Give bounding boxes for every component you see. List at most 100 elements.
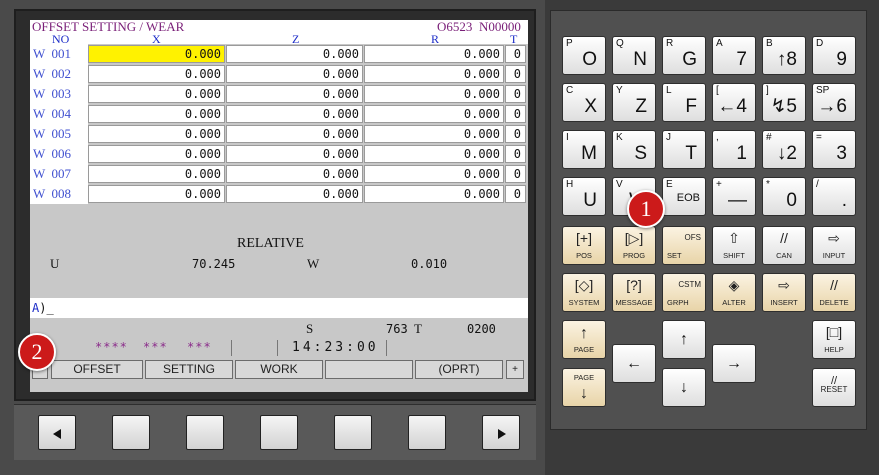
offset-z-cell[interactable]: 0.000 [226, 85, 363, 103]
offset-r-cell[interactable]: 0.000 [364, 45, 504, 63]
cursor-right-key[interactable]: → [712, 344, 756, 383]
key-sub-label: Y [616, 85, 623, 96]
offset-t-cell[interactable]: 0 [505, 85, 526, 103]
offset-t-cell[interactable]: 0 [505, 65, 526, 83]
offset-x-cell[interactable]: 0.000 [88, 145, 225, 163]
offset-t-cell[interactable]: 0 [505, 165, 526, 183]
offset-r-cell[interactable]: 0.000 [364, 65, 504, 83]
key-g[interactable]: RG [662, 36, 706, 75]
offset-t-cell[interactable]: 0 [505, 185, 526, 203]
cursor-left-key[interactable]: ← [612, 344, 656, 383]
softkey-button-2[interactable] [186, 415, 224, 450]
softkey-button-5[interactable] [408, 415, 446, 450]
offset-setting-key[interactable]: OFS SET [662, 226, 706, 265]
offset-z-cell[interactable]: 0.000 [226, 185, 363, 203]
key-t[interactable]: JT [662, 130, 706, 169]
key-n[interactable]: QN [612, 36, 656, 75]
key-4[interactable]: [←4 [712, 83, 756, 122]
key-2[interactable]: # ↓2 [762, 130, 806, 169]
offset-x-cell[interactable]: 0.000 [88, 85, 225, 103]
key-z[interactable]: YZ [612, 83, 656, 122]
arrow-left-icon: ← [626, 355, 642, 372]
column-header-t: T [510, 32, 518, 46]
offset-r-cell[interactable]: 0.000 [364, 165, 504, 183]
key-1[interactable]: ,1 [712, 130, 756, 169]
input-key[interactable]: ⇨ INPUT [812, 226, 856, 265]
offset-t-cell[interactable]: 0 [505, 125, 526, 143]
key-label: RESET [820, 385, 848, 394]
offset-r-cell[interactable]: 0.000 [364, 145, 504, 163]
offset-t-cell[interactable]: 0 [505, 45, 526, 63]
key-minus[interactable]: + — [712, 177, 756, 216]
softkey-next[interactable]: + [506, 360, 524, 379]
softkey-left-button[interactable] [38, 415, 76, 450]
softkey-button-4[interactable] [334, 415, 372, 450]
offset-r-cell[interactable]: 0.000 [364, 185, 504, 203]
offset-t-cell[interactable]: 0 [505, 145, 526, 163]
key-8[interactable]: B ↑8 [762, 36, 806, 75]
message-key[interactable]: [?] MESSAGE [612, 273, 656, 312]
key-label: CAN [776, 251, 792, 260]
offset-z-cell[interactable]: 0.000 [226, 65, 363, 83]
reset-key[interactable]: //RESET [812, 368, 856, 407]
key-7[interactable]: A7 [712, 36, 756, 75]
alter-key[interactable]: ◈ ALTER [712, 273, 756, 312]
offset-r-cell[interactable]: 0.000 [364, 105, 504, 123]
insert-key[interactable]: ⇨ INSERT [762, 273, 806, 312]
softkey-blank[interactable] [325, 360, 413, 379]
help-key[interactable]: [□] HELP [812, 320, 856, 359]
system-key[interactable]: [◇] SYSTEM [562, 273, 606, 312]
key-eob[interactable]: E EOB [662, 177, 706, 216]
key-u[interactable]: HU [562, 177, 606, 216]
key-period[interactable]: /. [812, 177, 856, 216]
prog-key[interactable]: [▷] PROG [612, 226, 656, 265]
offset-x-cell[interactable]: 0.000 [88, 65, 225, 83]
offset-x-cell[interactable]: 0.000 [88, 125, 225, 143]
softkey-setting[interactable]: SETTING [145, 360, 233, 379]
softkey-button-3[interactable] [260, 415, 298, 450]
offset-t-cell[interactable]: 0 [505, 105, 526, 123]
key-main-label: U [583, 190, 597, 211]
softkey-right-button[interactable] [482, 415, 520, 450]
offset-x-cell[interactable]: 0.000 [88, 105, 225, 123]
key-3[interactable]: = 3 [812, 130, 856, 169]
key-x[interactable]: CX [562, 83, 606, 122]
cursor-down-key[interactable]: ↓ [662, 368, 706, 407]
offset-x-cell-selected[interactable]: 0.000 [88, 45, 225, 63]
key-m[interactable]: IM [562, 130, 606, 169]
key-5[interactable]: ] ↯5 [762, 83, 806, 122]
clock: 14:23:00 [292, 340, 379, 355]
offset-r-cell[interactable]: 0.000 [364, 85, 504, 103]
offset-z-cell[interactable]: 0.000 [226, 125, 363, 143]
shift-key[interactable]: ⇧ SHIFT [712, 226, 756, 265]
offset-x-cell[interactable]: 0.000 [88, 165, 225, 183]
cancel-key[interactable]: // CAN [762, 226, 806, 265]
key-s[interactable]: KS [612, 130, 656, 169]
divider [386, 340, 387, 356]
key-main-label: O [582, 49, 597, 70]
key-9[interactable]: D9 [812, 36, 856, 75]
graph-custom-key[interactable]: CSTM GRPH [662, 273, 706, 312]
page-down-key[interactable]: PAGE ↓ [562, 368, 606, 407]
key-input-buffer[interactable]: A)_ [30, 298, 528, 318]
offset-z-cell[interactable]: 0.000 [226, 105, 363, 123]
delete-key[interactable]: // DELETE [812, 273, 856, 312]
softkey-operation[interactable]: (OPRT) [415, 360, 503, 379]
key-0[interactable]: * 0 [762, 177, 806, 216]
offset-r-cell[interactable]: 0.000 [364, 125, 504, 143]
softkey-button-1[interactable] [112, 415, 150, 450]
offset-z-cell[interactable]: 0.000 [226, 45, 363, 63]
key-label: ALTER [722, 298, 746, 307]
offset-z-cell[interactable]: 0.000 [226, 165, 363, 183]
pos-key[interactable]: [+] POS [562, 226, 606, 265]
key-f[interactable]: LF [662, 83, 706, 122]
offset-z-cell[interactable]: 0.000 [226, 145, 363, 163]
softkey-offset[interactable]: OFFSET [51, 360, 143, 379]
system-icon: [◇] [574, 277, 594, 293]
key-6[interactable]: SP →6 [812, 83, 856, 122]
key-o[interactable]: PO [562, 36, 606, 75]
cursor-up-key[interactable]: ↑ [662, 320, 706, 359]
page-up-key[interactable]: ↑ PAGE [562, 320, 606, 359]
offset-x-cell[interactable]: 0.000 [88, 185, 225, 203]
softkey-work[interactable]: WORK [235, 360, 323, 379]
